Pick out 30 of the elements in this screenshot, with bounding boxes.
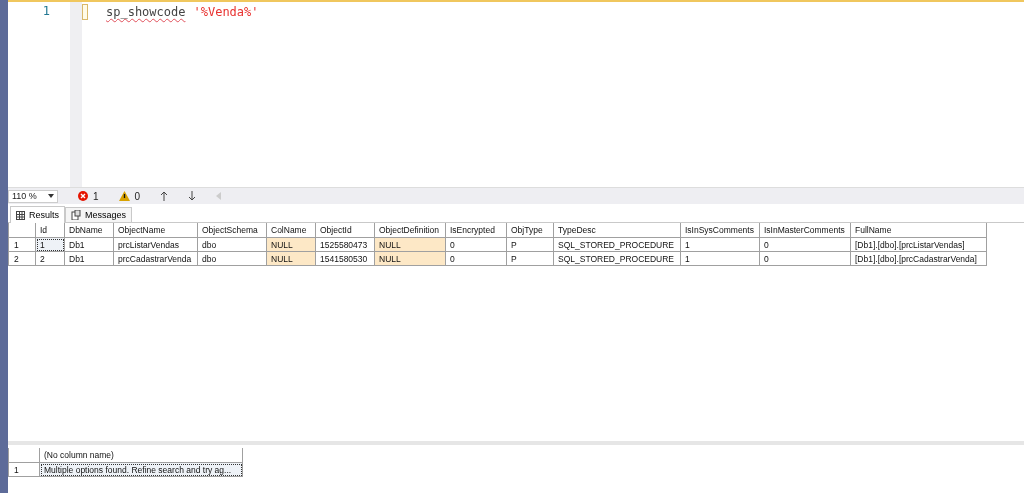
column-header[interactable]: ObjectDefinition: [374, 223, 446, 238]
change-marker: [82, 4, 88, 20]
warning-count: 0: [134, 190, 141, 202]
column-header[interactable]: IsInMasterComments: [759, 223, 851, 238]
column-header[interactable]: (No column name): [39, 448, 243, 463]
column-header[interactable]: IsEncrypted: [445, 223, 507, 238]
results-tab[interactable]: Results: [10, 206, 65, 223]
column-header[interactable]: ColName: [266, 223, 316, 238]
messages-icon: [71, 210, 81, 220]
code-keyword: sp_showcode: [106, 5, 186, 19]
column-header[interactable]: TypeDesc: [553, 223, 681, 238]
column-header[interactable]: FullName: [850, 223, 987, 238]
column-header[interactable]: ObjType: [506, 223, 554, 238]
zoom-dropdown[interactable]: 110 %: [8, 189, 58, 203]
column-header[interactable]: DbName: [64, 223, 114, 238]
column-header[interactable]: ObjectId: [315, 223, 375, 238]
column-header[interactable]: ObjectSchema: [197, 223, 267, 238]
error-count: 1: [93, 190, 99, 202]
up-arrow-icon[interactable]: [160, 191, 169, 201]
results-tab[interactable]: Messages: [65, 207, 133, 222]
caret-icon: [48, 194, 54, 198]
line-number: 1: [42, 3, 51, 18]
grid-icon: [16, 210, 25, 220]
column-header[interactable]: ObjectName: [113, 223, 198, 238]
column-header[interactable]: IsInSysComments: [680, 223, 760, 238]
error-icon: [78, 191, 88, 201]
down-arrow-icon[interactable]: [188, 191, 197, 201]
warning-icon: [118, 191, 130, 201]
column-header[interactable]: Id: [35, 223, 65, 238]
code-string: '%Venda%': [193, 5, 259, 19]
